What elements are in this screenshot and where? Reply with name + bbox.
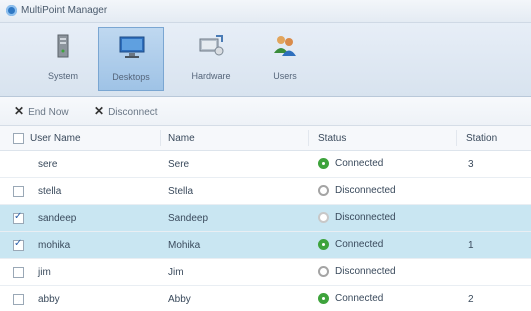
system-icon xyxy=(57,34,69,58)
name-cell: Abby xyxy=(168,294,191,305)
row-checkbox[interactable] xyxy=(13,211,24,224)
disconnected-icon xyxy=(318,212,329,223)
user-name-cell: stella xyxy=(38,186,62,197)
table-header: User Name Name Status Station xyxy=(0,126,531,151)
status-cell: Disconnected xyxy=(318,185,458,197)
column-header-status[interactable]: Status xyxy=(318,133,346,144)
table-row[interactable]: stella Stella Disconnected xyxy=(0,178,531,205)
station-cell: 2 xyxy=(468,294,474,305)
disconnect-label: Disconnect xyxy=(108,107,158,118)
table-row[interactable]: sandeep Sandeep Disconnected xyxy=(0,205,531,232)
multipoint-manager-window: MultiPoint Manager System Desktops Hardw… xyxy=(0,0,531,311)
station-cell: 1 xyxy=(468,240,474,251)
status-cell: Connected xyxy=(318,293,458,305)
close-icon: ✕ xyxy=(14,104,25,118)
end-now-button[interactable]: ✕ End Now xyxy=(14,104,69,118)
ribbon-tab-hardware[interactable]: Hardware xyxy=(178,27,244,91)
close-icon: ✕ xyxy=(94,104,105,118)
user-name-cell: sere xyxy=(38,159,58,170)
title-bar: MultiPoint Manager xyxy=(0,0,531,23)
ribbon-tab-label: Users xyxy=(273,71,297,81)
status-text: Connected xyxy=(335,239,384,250)
column-divider[interactable] xyxy=(160,130,161,146)
hardware-icon xyxy=(199,35,224,56)
status-cell: Disconnected xyxy=(318,266,458,278)
user-name-cell: abby xyxy=(38,294,60,305)
name-cell: Stella xyxy=(168,186,194,197)
status-text: Connected xyxy=(335,158,384,169)
users-icon xyxy=(274,36,296,56)
ribbon: System Desktops Hardware Users xyxy=(0,23,531,97)
status-text: Disconnected xyxy=(335,212,396,223)
toolbar: ✕ End Now ✕ Disconnect xyxy=(0,97,531,126)
table-row[interactable]: sere Sere Connected 3 xyxy=(0,151,531,178)
status-cell: Connected xyxy=(318,158,458,170)
ribbon-tab-system[interactable]: System xyxy=(30,27,96,91)
ribbon-tab-label: System xyxy=(47,71,78,81)
name-cell: Jim xyxy=(168,267,184,278)
row-checkbox[interactable] xyxy=(13,267,24,278)
column-header-station[interactable]: Station xyxy=(466,133,497,144)
ribbon-tab-users[interactable]: Users xyxy=(252,27,318,91)
connected-icon xyxy=(318,293,329,304)
station-cell: 3 xyxy=(468,159,474,170)
disconnected-icon xyxy=(318,266,329,277)
disconnect-button[interactable]: ✕ Disconnect xyxy=(94,104,158,118)
select-all-checkbox[interactable] xyxy=(13,133,24,144)
app-icon xyxy=(6,5,17,16)
status-text: Connected xyxy=(335,293,384,304)
name-cell: Mohika xyxy=(168,240,201,251)
row-checkbox[interactable] xyxy=(13,294,24,305)
status-cell: Disconnected xyxy=(318,212,458,224)
ribbon-tab-desktops[interactable]: Desktops xyxy=(98,27,164,91)
status-text: Disconnected xyxy=(335,185,396,196)
row-checkbox[interactable] xyxy=(13,186,24,197)
connected-icon xyxy=(318,239,329,250)
status-cell: Connected xyxy=(318,239,458,251)
table-row[interactable]: mohika Mohika Connected 1 xyxy=(0,232,531,259)
window-title: MultiPoint Manager xyxy=(21,5,108,16)
column-header-user-name[interactable]: User Name xyxy=(30,133,81,144)
name-cell: Sere xyxy=(168,159,190,170)
column-divider[interactable] xyxy=(308,130,309,146)
user-name-cell: mohika xyxy=(38,240,71,251)
row-checkbox[interactable] xyxy=(13,238,24,251)
ribbon-tab-label: Desktops xyxy=(112,72,150,82)
ribbon-tab-label: Hardware xyxy=(191,71,231,81)
table-row[interactable]: abby Abby Connected 2 xyxy=(0,286,531,311)
user-name-cell: jim xyxy=(38,267,51,278)
name-cell: Sandeep xyxy=(168,213,209,224)
connected-icon xyxy=(318,158,329,169)
table-row[interactable]: jim Jim Disconnected xyxy=(0,259,531,286)
status-text: Disconnected xyxy=(335,266,396,277)
disconnected-icon xyxy=(318,185,329,196)
column-header-name[interactable]: Name xyxy=(168,133,195,144)
user-name-cell: sandeep xyxy=(38,213,77,224)
column-divider[interactable] xyxy=(456,130,457,146)
end-now-label: End Now xyxy=(28,107,69,118)
desktops-icon xyxy=(119,36,145,58)
